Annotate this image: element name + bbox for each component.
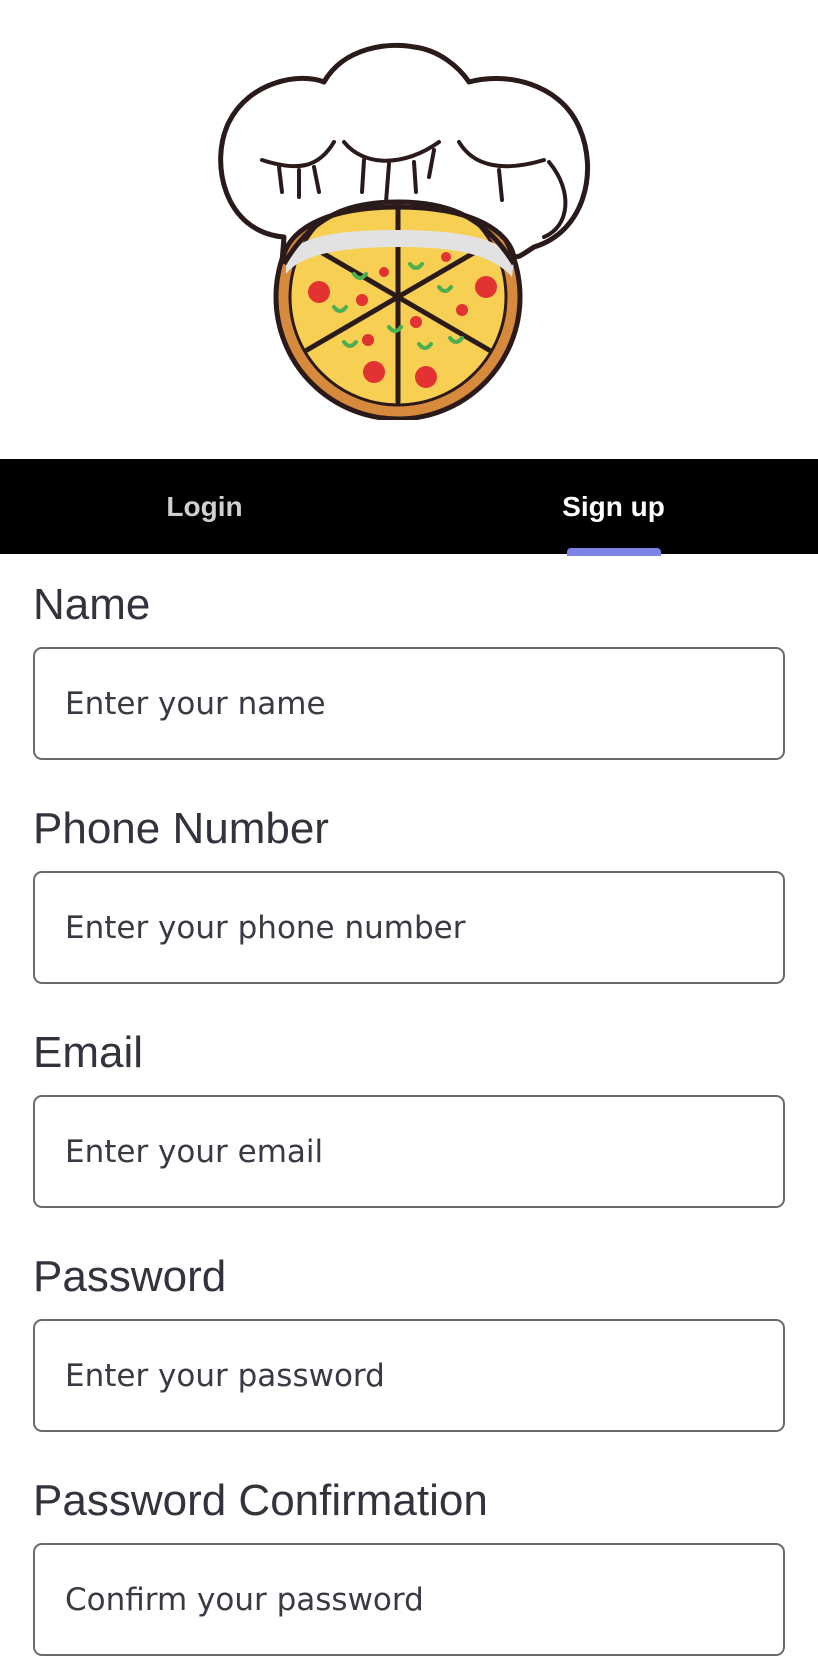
email-input[interactable] (33, 1095, 785, 1208)
tab-signup-label: Sign up (562, 490, 665, 522)
email-label: Email (33, 1028, 144, 1077)
chef-hat-pizza-icon (218, 42, 591, 420)
chef-hat-logo (218, 42, 591, 277)
tab-login-label: Login (166, 490, 243, 522)
phone-label: Phone Number (33, 804, 329, 853)
password-label: Password (33, 1252, 227, 1301)
auth-tab-bar: Login Sign up (0, 459, 818, 554)
tab-login[interactable]: Login (0, 459, 409, 554)
name-input[interactable] (33, 647, 785, 760)
password-confirmation-label: Password Confirmation (33, 1476, 488, 1525)
phone-input[interactable] (33, 871, 785, 984)
logo-area (0, 0, 818, 459)
tab-signup[interactable]: Sign up (409, 459, 818, 554)
active-tab-indicator (567, 548, 661, 556)
name-label: Name (33, 580, 151, 629)
password-input[interactable] (33, 1319, 785, 1432)
